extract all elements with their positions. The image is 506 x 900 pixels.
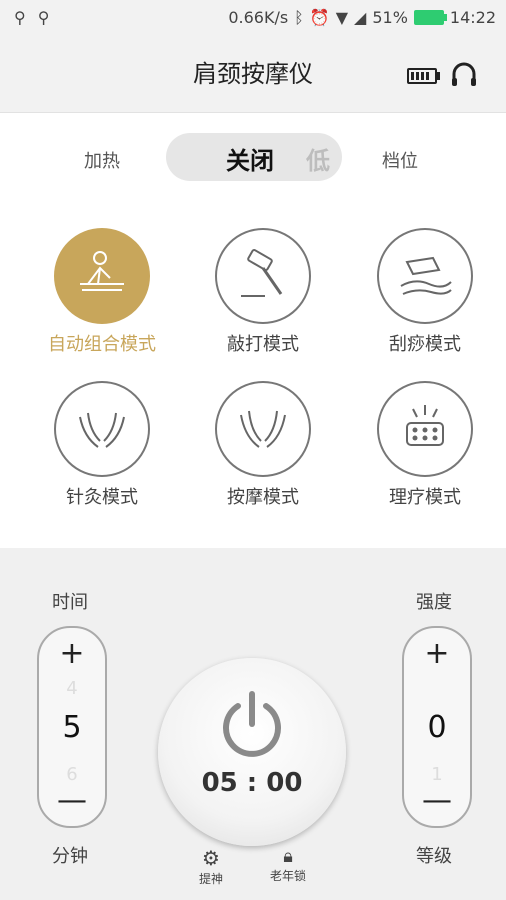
- status-right: 0.66K/s ᛒ ⏰ ▼ ◢ 51% 14:22: [228, 8, 496, 27]
- time-unit: 分钟: [52, 846, 88, 867]
- battery-icon: [407, 68, 440, 84]
- power-icon: [223, 691, 281, 757]
- strength-label: 强度: [416, 592, 452, 613]
- strength-value: 0: [427, 710, 447, 745]
- mode-label: 敲打模式: [227, 334, 299, 355]
- mode-acupuncture[interactable]: 针灸模式: [22, 381, 182, 509]
- battery-percent: 51%: [372, 8, 408, 27]
- mode-tapping[interactable]: 敲打模式: [183, 228, 343, 356]
- strength-unit: 等级: [416, 846, 452, 867]
- time-minus-button[interactable]: —: [39, 783, 105, 818]
- alarm-icon: ⏰: [309, 8, 330, 27]
- usb-icon: ⚲: [37, 8, 50, 27]
- wifi-icon: ▼: [335, 8, 349, 27]
- signal-icon: ◢: [354, 8, 367, 27]
- status-bar: ⚲ ⚲ 0.66K/s ᛒ ⏰ ▼ ◢ 51% 14:22: [0, 0, 506, 36]
- massage-hands-icon: [215, 381, 311, 477]
- mode-therapy[interactable]: 理疗模式: [345, 381, 505, 509]
- usb-icon: ⚲: [14, 8, 26, 27]
- heat-label: 加热: [84, 151, 120, 172]
- mode-auto[interactable]: 自动组合模式: [22, 228, 182, 356]
- time-value: 5: [62, 710, 82, 745]
- content-area: 加热 关闭 低 档位 自动组合模式 敲打模式 刮痧模式 针灸模式 按摩模式 理疗…: [0, 113, 506, 548]
- gear-icon: ⚙: [202, 846, 220, 870]
- mode-label: 理疗模式: [389, 487, 461, 508]
- hammer-icon: [215, 228, 311, 324]
- scraping-icon: [377, 228, 473, 324]
- control-panel: 时间 + 4 5 6 — 分钟 05 : 00 强度 + 0 1 — 等级 ⚙ …: [0, 548, 506, 900]
- headset-icon[interactable]: [450, 60, 478, 92]
- lock-icon: 🔒︎: [283, 846, 293, 867]
- app-bar: 肩颈按摩仪: [0, 36, 506, 113]
- timer-display: 05 : 00: [201, 768, 303, 798]
- mode-massage[interactable]: 按摩模式: [183, 381, 343, 509]
- mode-label: 自动组合模式: [48, 334, 156, 355]
- time-plus-button[interactable]: +: [39, 636, 105, 671]
- mode-scraping[interactable]: 刮痧模式: [345, 228, 505, 356]
- heat-toggle[interactable]: 关闭 低: [166, 133, 342, 181]
- battery-icon: [413, 10, 447, 25]
- gear-label: 档位: [382, 151, 418, 172]
- strength-minus-button[interactable]: —: [404, 783, 470, 818]
- time-next-value: 6: [66, 764, 78, 785]
- net-speed: 0.66K/s: [228, 8, 289, 27]
- time-prev-value: 4: [66, 678, 78, 699]
- elder-lock-button[interactable]: 🔒︎ 老年锁: [258, 846, 318, 884]
- heat-row: 加热 关闭 低 档位: [0, 133, 506, 181]
- strength-next-value: 1: [431, 764, 443, 785]
- bluetooth-icon: ᛒ: [294, 8, 304, 27]
- mode-label: 按摩模式: [227, 487, 299, 508]
- time-stepper[interactable]: + 4 5 6 —: [37, 626, 107, 828]
- mode-label: 针灸模式: [66, 487, 138, 508]
- strength-plus-button[interactable]: +: [404, 636, 470, 671]
- time-label: 时间: [52, 592, 88, 613]
- refresh-label: 提神: [198, 872, 223, 886]
- refresh-button[interactable]: ⚙ 提神: [181, 846, 241, 887]
- strength-stepper[interactable]: + 0 1 —: [402, 626, 472, 828]
- therapy-pad-icon: [377, 381, 473, 477]
- status-left: ⚲ ⚲: [14, 8, 49, 27]
- mode-label: 刮痧模式: [389, 334, 461, 355]
- clock: 14:22: [449, 8, 496, 27]
- toggle-next: 低: [306, 147, 330, 175]
- massage-person-icon: [54, 228, 150, 324]
- power-button[interactable]: 05 : 00: [158, 658, 346, 846]
- elder-lock-label: 老年锁: [269, 869, 306, 883]
- acupuncture-hands-icon: [54, 381, 150, 477]
- toggle-state: 关闭: [226, 147, 274, 175]
